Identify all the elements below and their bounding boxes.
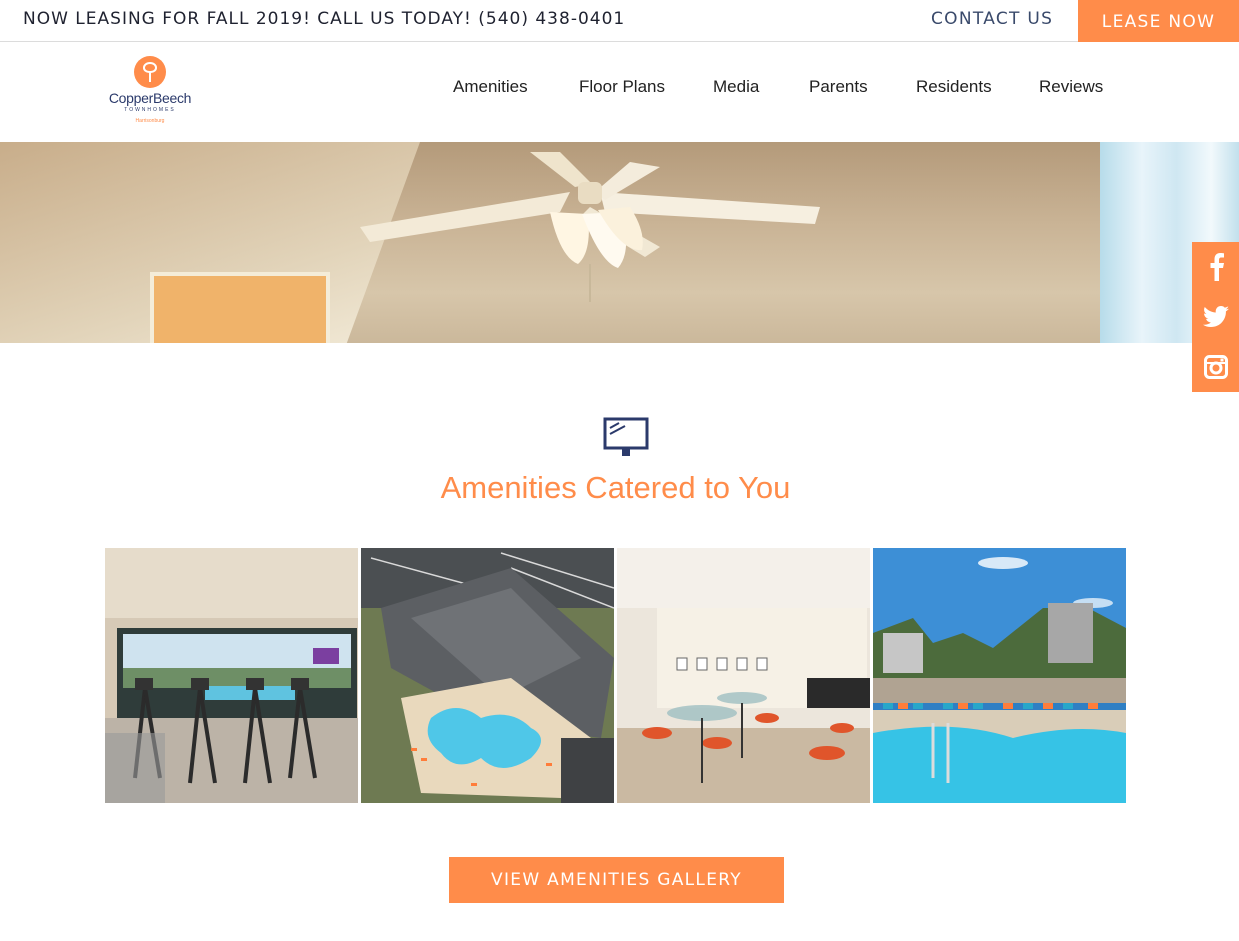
contact-us-link[interactable]: CONTACT US bbox=[931, 9, 1053, 29]
lounge-photo[interactable] bbox=[617, 548, 870, 803]
facebook-link[interactable] bbox=[1192, 242, 1239, 292]
top-bar: NOW LEASING FOR FALL 2019! CALL US TODAY… bbox=[0, 0, 1239, 43]
main-nav: Amenities Floor Plans Media Parents Resi… bbox=[0, 77, 1239, 101]
nav-floor-plans[interactable]: Floor Plans bbox=[579, 77, 665, 97]
logo-city: Harrisonburg bbox=[135, 118, 165, 124]
nav-amenities[interactable]: Amenities bbox=[453, 77, 528, 97]
amenities-gallery bbox=[105, 548, 1126, 803]
nav-media[interactable]: Media bbox=[713, 77, 759, 97]
amenities-heading: Amenities Catered to You bbox=[440, 470, 791, 505]
aerial-pool-photo[interactable] bbox=[361, 548, 614, 803]
hero-image bbox=[0, 142, 1239, 343]
nav-residents[interactable]: Residents bbox=[916, 77, 992, 97]
lease-now-button[interactable]: LEASE NOW bbox=[1078, 0, 1239, 43]
facebook-icon bbox=[1210, 253, 1224, 281]
doorway bbox=[150, 272, 330, 343]
monitor-icon bbox=[603, 417, 649, 456]
nav-reviews[interactable]: Reviews bbox=[1039, 77, 1103, 97]
pool-deck-photo[interactable] bbox=[873, 548, 1126, 803]
site-header: CopperBeech TOWNHOMES Harrisonburg Ameni… bbox=[0, 42, 1239, 142]
fitness-center-photo[interactable] bbox=[105, 548, 358, 803]
view-amenities-gallery-button[interactable]: VIEW AMENITIES GALLERY bbox=[449, 857, 784, 903]
social-sidebar bbox=[1192, 242, 1239, 392]
instagram-icon bbox=[1203, 355, 1228, 379]
twitter-link[interactable] bbox=[1192, 292, 1239, 342]
instagram-link[interactable] bbox=[1192, 342, 1239, 392]
ceiling-fan-icon bbox=[360, 152, 820, 302]
nav-parents[interactable]: Parents bbox=[809, 77, 868, 97]
leasing-announcement: NOW LEASING FOR FALL 2019! CALL US TODAY… bbox=[23, 9, 626, 29]
twitter-icon bbox=[1202, 306, 1229, 327]
logo-subtitle: TOWNHOMES bbox=[124, 107, 176, 113]
